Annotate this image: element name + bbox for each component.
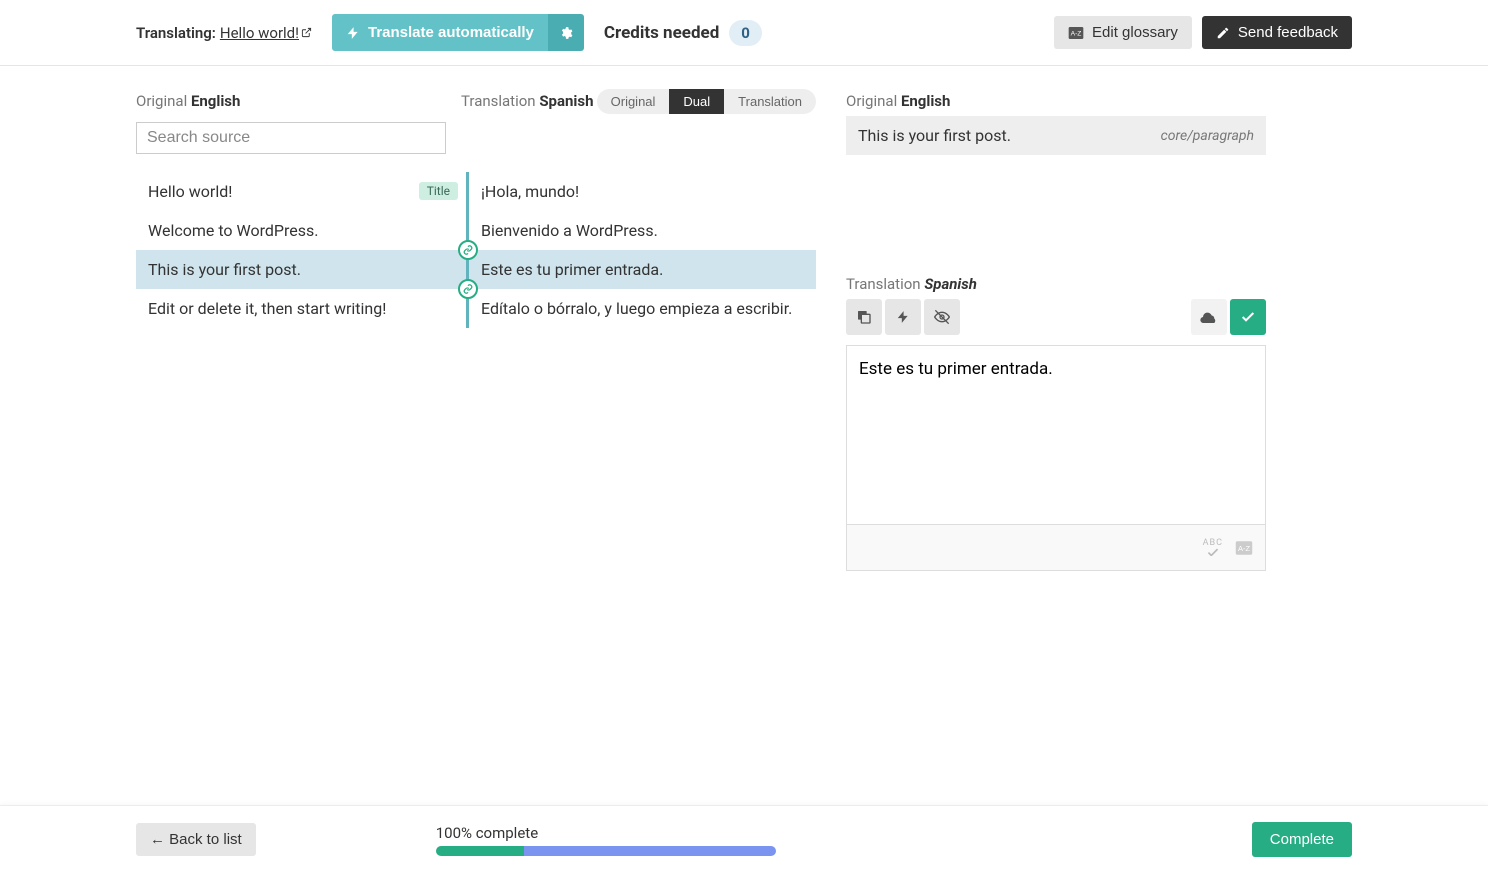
- original-text-box: This is your first post. core/paragraph: [846, 116, 1266, 155]
- gear-icon: [559, 26, 573, 40]
- translate-settings-button[interactable]: [548, 14, 584, 51]
- view-tab-dual[interactable]: Dual: [669, 89, 724, 114]
- translation-label: Translation: [461, 92, 536, 110]
- spellcheck-icon[interactable]: ABC: [1203, 539, 1223, 556]
- translation-footer-bar: ABC A-Z: [846, 525, 1266, 571]
- send-feedback-button[interactable]: Send feedback: [1202, 16, 1352, 49]
- eye-slash-icon: [934, 309, 950, 325]
- detail-translation-header: Translation Spanish: [846, 275, 1266, 293]
- dual-panel: Original English Translation Spanish Ori…: [136, 92, 816, 571]
- detail-translation-lang: Spanish: [924, 275, 977, 293]
- cloud-icon: [1200, 310, 1218, 324]
- source-text: Edit or delete it, then start writing!: [148, 299, 386, 318]
- back-to-list-button[interactable]: ← Back to list: [136, 823, 256, 856]
- detail-original-meta: core/paragraph: [1161, 128, 1254, 144]
- segment-row[interactable]: Hello world! Title ¡Hola, mundo!: [136, 172, 816, 211]
- view-tabs: Original Dual Translation: [597, 89, 816, 114]
- progress-area: 100% complete: [436, 824, 776, 856]
- pencil-icon: [1216, 26, 1230, 40]
- send-feedback-label: Send feedback: [1238, 24, 1338, 41]
- external-link-icon: [301, 27, 312, 38]
- auto-translate-segment-button[interactable]: [885, 299, 921, 335]
- edit-glossary-button[interactable]: A-Z Edit glossary: [1054, 16, 1192, 49]
- topbar: Translating: Hello world! Translate auto…: [0, 0, 1488, 66]
- target-text: Este es tu primer entrada.: [481, 260, 663, 279]
- bolt-icon: [896, 310, 910, 324]
- target-text: Edítalo o bórralo, y luego empieza a esc…: [481, 299, 792, 318]
- bolt-icon: [346, 26, 360, 40]
- auto-translate-label: Translate automatically: [368, 24, 534, 41]
- copy-source-button[interactable]: [846, 299, 882, 335]
- auto-translate-group: Translate automatically: [332, 14, 584, 51]
- link-icon: [458, 240, 478, 260]
- progress-label: 100% complete: [436, 824, 776, 842]
- progress-bar: [436, 846, 776, 856]
- main-content: Original English Translation Spanish Ori…: [0, 66, 1488, 651]
- translating-target-text: Hello world!: [220, 24, 299, 42]
- detail-original-header: Original English: [846, 92, 1266, 110]
- original-label: Original: [136, 92, 187, 110]
- progress-fill-auto: [524, 846, 776, 856]
- credits-needed: Credits needed 0: [604, 20, 762, 46]
- source-text: Welcome to WordPress.: [148, 221, 318, 240]
- view-tab-translation[interactable]: Translation: [724, 89, 816, 114]
- footer-bar: ← Back to list 100% complete Complete: [0, 805, 1488, 877]
- svg-text:A-Z: A-Z: [1238, 544, 1251, 553]
- translating-info: Translating: Hello world!: [136, 24, 312, 42]
- source-text: This is your first post.: [148, 260, 301, 279]
- segment-row[interactable]: Edit or delete it, then start writing! E…: [136, 289, 816, 328]
- original-header: Original English: [136, 92, 461, 110]
- translating-label: Translating:: [136, 24, 216, 42]
- copy-icon: [856, 309, 872, 325]
- view-tab-original[interactable]: Original: [597, 89, 670, 114]
- translation-textarea[interactable]: [846, 345, 1266, 525]
- translation-header: Translation Spanish: [461, 92, 594, 110]
- cloud-button[interactable]: [1191, 299, 1227, 335]
- detail-panel: Original English This is your first post…: [846, 92, 1266, 571]
- search-input[interactable]: [136, 122, 446, 154]
- source-text: Hello world!: [148, 182, 232, 201]
- hide-button[interactable]: [924, 299, 960, 335]
- progress-fill-done: [436, 846, 524, 856]
- translate-automatically-button[interactable]: Translate automatically: [332, 14, 548, 51]
- credits-label: Credits needed: [604, 23, 719, 43]
- title-badge: Title: [419, 182, 458, 200]
- detail-original-lang: English: [901, 92, 950, 110]
- detail-translation-label: Translation: [846, 275, 921, 293]
- target-text: Bienvenido a WordPress.: [481, 221, 658, 240]
- translation-tools: [846, 299, 1266, 335]
- segment-rows: Hello world! Title ¡Hola, mundo! Welcome…: [136, 172, 816, 328]
- original-lang: English: [191, 92, 240, 110]
- detail-original-label: Original: [846, 92, 897, 110]
- glossary-lookup-icon[interactable]: A-Z: [1235, 540, 1253, 556]
- check-icon: [1240, 309, 1256, 325]
- confirm-button[interactable]: [1230, 299, 1266, 335]
- svg-text:A-Z: A-Z: [1071, 30, 1082, 37]
- credits-count: 0: [729, 20, 762, 46]
- edit-glossary-label: Edit glossary: [1092, 24, 1178, 41]
- complete-button[interactable]: Complete: [1252, 822, 1352, 857]
- glossary-icon: A-Z: [1068, 26, 1084, 40]
- detail-original-text: This is your first post.: [858, 126, 1011, 145]
- translation-lang: Spanish: [539, 92, 593, 110]
- link-icon: [458, 279, 478, 299]
- translating-target-link[interactable]: Hello world!: [220, 24, 312, 42]
- column-headers: Original English Translation Spanish Ori…: [136, 92, 816, 110]
- topbar-right-actions: A-Z Edit glossary Send feedback: [1054, 16, 1352, 49]
- target-text: ¡Hola, mundo!: [481, 182, 579, 201]
